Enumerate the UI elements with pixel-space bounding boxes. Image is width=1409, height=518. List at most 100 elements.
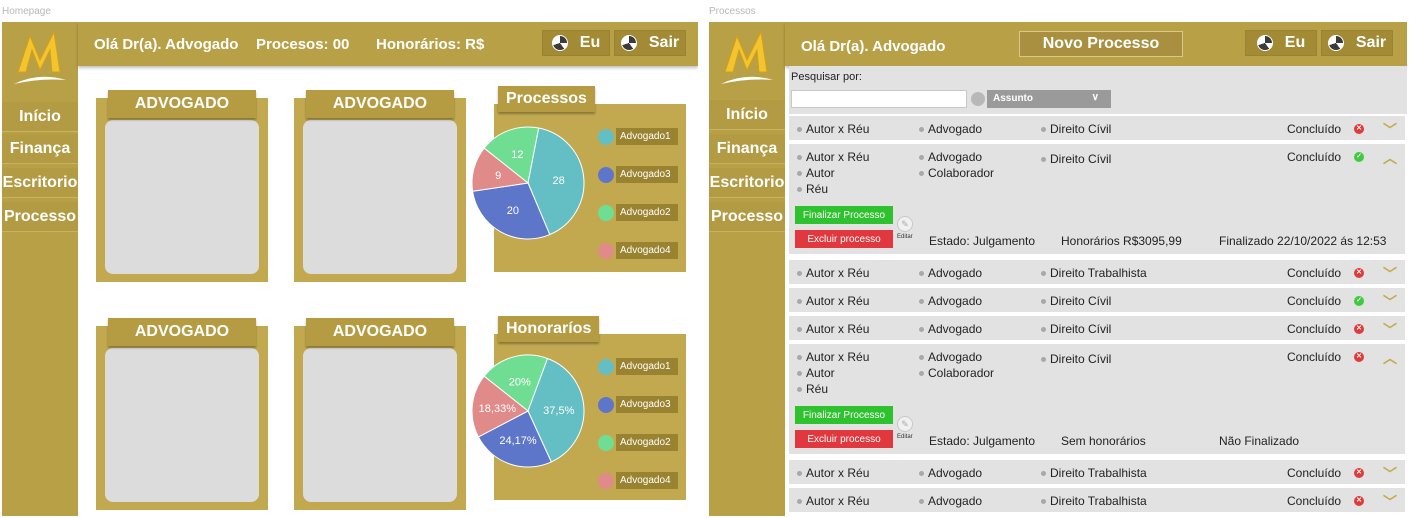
row-parties: Autor x Réu — [797, 294, 869, 308]
edit-icon[interactable]: ✎ — [897, 416, 913, 432]
search-label: Pesquisar por: — [791, 71, 862, 83]
process-row[interactable]: Autor x Réu Advogado Direito Cívil Concluíd… — [789, 288, 1405, 312]
pie-slice-label: 20% — [509, 376, 531, 388]
legend-label: Advogado3 — [616, 166, 678, 183]
pie-slice-label: 24,17% — [499, 435, 537, 447]
chevron-down-icon[interactable]: ﹀ — [1383, 264, 1397, 284]
bullet — [797, 270, 802, 276]
process-row[interactable]: Autor x Réu Advogado Direito Cívil Concluíd… — [789, 144, 1405, 254]
legend-swatch — [598, 358, 614, 375]
finalize-process-button[interactable]: Finalizar Processo — [795, 206, 893, 224]
legend-label: Advogado2 — [616, 204, 678, 221]
chevron-up-icon[interactable]: ︿ — [1383, 348, 1397, 368]
row-area: Direito Cívil — [1041, 152, 1111, 166]
processos-frame-label: Processos — [709, 6, 756, 17]
legend-item: Advogado3 — [598, 396, 678, 413]
edit-icon[interactable]: ✎ — [897, 216, 913, 232]
lawyer-card[interactable]: ADVOGADO — [294, 318, 466, 510]
row-status: Concluído — [1287, 294, 1342, 308]
sidebar-item-processo[interactable]: Processo — [709, 202, 785, 232]
process-row[interactable]: Autor x Réu Advogado Direito Cívil Concluíd… — [789, 116, 1405, 140]
profile-button-label: Eu — [579, 34, 601, 51]
sidebar: Início Finança Escritorio Processo — [709, 22, 785, 516]
bullet — [797, 170, 802, 176]
process-row[interactable]: Autor x Réu Advogado Direito Cívil Concluíd… — [789, 344, 1405, 454]
search-input[interactable] — [791, 90, 967, 108]
pie-slice-label: 37,5% — [543, 405, 574, 417]
row-autor: Autor — [797, 366, 835, 380]
chevron-up-icon[interactable]: ︿ — [1383, 148, 1397, 168]
chevron-down-icon[interactable]: ﹀ — [1383, 492, 1397, 512]
row-status: Concluído — [1287, 466, 1342, 480]
greeting: Olá Dr(a). Advogado — [801, 38, 946, 55]
bullet — [797, 126, 802, 132]
legend-swatch — [598, 128, 614, 145]
sidebar-item-financa[interactable]: Finança — [2, 134, 78, 164]
sidebar-item-escritorio[interactable]: Escritorio — [709, 168, 785, 198]
delete-process-button[interactable]: Excluir processo — [795, 430, 893, 448]
card-title: ADVOGADO — [306, 318, 454, 346]
homepage-frame-label: Homepage — [2, 6, 51, 17]
row-parties: Autor x Réu — [797, 266, 869, 280]
error-icon: ✕ — [1354, 324, 1364, 334]
row-status: Concluído — [1287, 266, 1342, 280]
search-panel: Pesquisar por: Assunto ∨ — [789, 66, 1407, 114]
profile-button[interactable]: Eu — [542, 30, 610, 56]
row-area: Direito Trabalhista — [1041, 466, 1147, 480]
filter-select-value: Assunto — [993, 93, 1033, 104]
pie-slice-label: 20 — [507, 205, 519, 217]
processos-chart: Processos 12 28 20 9 Advogado1 Advogado3 Advo… — [471, 86, 686, 272]
logout-button[interactable]: Sair — [614, 30, 686, 56]
row-parties: Autor x Réu — [797, 350, 869, 364]
new-process-button[interactable]: Novo Processo — [1019, 31, 1183, 57]
bullet — [919, 270, 924, 276]
card-title: ADVOGADO — [108, 318, 256, 346]
edit-label: Editar — [897, 234, 913, 240]
row-lawyer: Advogado — [919, 266, 982, 280]
bullet — [919, 170, 924, 176]
sidebar-item-financa[interactable]: Finança — [709, 134, 785, 164]
bullet — [919, 498, 924, 504]
lawyer-card[interactable]: ADVOGADO — [96, 90, 268, 282]
sidebar-item-inicio[interactable]: Início — [2, 102, 78, 132]
chevron-down-icon[interactable]: ﹀ — [1383, 120, 1397, 140]
chevron-down-icon[interactable]: ﹀ — [1383, 292, 1397, 312]
filter-select[interactable]: Assunto ∨ — [987, 90, 1111, 108]
bullet — [797, 386, 802, 392]
legend-item: Advogado4 — [598, 242, 678, 259]
process-row[interactable]: Autor x Réu Advogado Direito Cívil Concluíd… — [789, 316, 1405, 340]
chevron-down-icon[interactable]: ﹀ — [1383, 464, 1397, 484]
lawyer-card[interactable]: ADVOGADO — [96, 318, 268, 510]
bullet — [919, 298, 924, 304]
profile-button[interactable]: Eu — [1245, 30, 1317, 56]
legend-item: Advogado3 — [598, 166, 678, 183]
bullet — [919, 370, 924, 376]
bullet — [1041, 326, 1046, 332]
row-area: Direito Trabalhista — [1041, 266, 1147, 280]
chevron-down-icon[interactable]: ﹀ — [1383, 320, 1397, 340]
legend-label: Advogado1 — [616, 128, 678, 145]
row-reu: Réu — [797, 182, 828, 196]
row-finalizado: Finalizado 22/10/2022 ás 12:53 — [1219, 234, 1387, 248]
sidebar-item-processo[interactable]: Processo — [2, 202, 78, 232]
sidebar-item-inicio[interactable]: Início — [709, 100, 785, 130]
legend-item: Advogado1 — [598, 128, 678, 145]
pie-chart-icon — [1256, 35, 1273, 51]
bullet — [797, 498, 802, 504]
process-row[interactable]: Autor x Réu Advogado Direito Trabalhista Co… — [789, 488, 1405, 512]
search-icon[interactable] — [971, 92, 985, 106]
legend-label: Advogado3 — [616, 396, 678, 413]
finalize-process-button[interactable]: Finalizar Processo — [795, 406, 893, 424]
row-status: Concluído — [1287, 350, 1342, 364]
logout-button[interactable]: Sair — [1321, 30, 1393, 56]
card-body — [303, 348, 457, 502]
row-honorarios: Honorários R$3095,99 — [1061, 234, 1182, 248]
delete-process-button[interactable]: Excluir processo — [795, 230, 893, 248]
sidebar-item-escritorio[interactable]: Escritorio — [2, 168, 78, 198]
process-row[interactable]: Autor x Réu Advogado Direito Trabalhista Co… — [789, 460, 1405, 484]
pie-slice-label: 9 — [495, 170, 501, 182]
process-row[interactable]: Autor x Réu Advogado Direito Trabalhista Co… — [789, 260, 1405, 284]
row-status: Concluído — [1287, 122, 1342, 136]
lawyer-card[interactable]: ADVOGADO — [294, 90, 466, 282]
row-lawyer: Advogado — [919, 466, 982, 480]
